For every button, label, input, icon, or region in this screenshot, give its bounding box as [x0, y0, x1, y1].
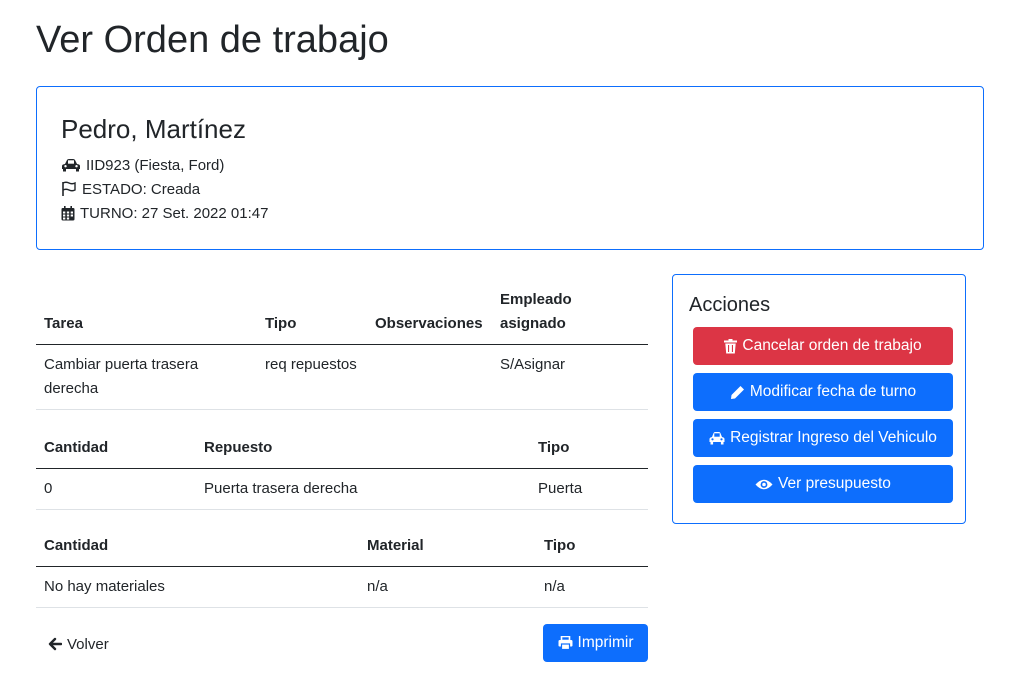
- flag-icon: [62, 181, 76, 196]
- column-header-cantidad: Cantidad: [36, 428, 196, 469]
- task-observations-cell: [367, 344, 492, 410]
- column-header-tipo: Tipo: [257, 280, 367, 345]
- page-title: Ver Orden de trabajo: [36, 19, 389, 61]
- pencil-icon: [730, 385, 744, 399]
- task-type-cell: req repuestos: [257, 344, 367, 410]
- column-header-observaciones: Observaciones: [367, 280, 492, 345]
- modify-date-button[interactable]: Modificar fecha de turno: [693, 373, 953, 411]
- register-entry-label: Registrar Ingreso del Vehiculo: [730, 429, 937, 446]
- eye-icon: [755, 479, 773, 489]
- vehicle-info: IID923 (Fiesta, Ford): [61, 154, 224, 176]
- column-header-tarea: Tarea: [36, 280, 257, 345]
- cancel-order-label: Cancelar orden de trabajo: [742, 337, 922, 354]
- turn-text: TURNO: 27 Set. 2022 01:47: [80, 204, 269, 222]
- parts-table: Cantidad Repuesto Tipo 0 Puerta trasera …: [36, 428, 648, 510]
- column-header-empleado: Empleado asignado: [492, 280, 648, 345]
- column-header-tipo: Tipo: [536, 526, 648, 567]
- status-text: ESTADO: Creada: [82, 180, 201, 198]
- back-label: Volver: [67, 635, 109, 653]
- part-quantity-cell: 0: [36, 468, 196, 510]
- parts-table-header: Cantidad Repuesto Tipo: [36, 428, 648, 469]
- material-quantity-cell: No hay materiales: [36, 566, 359, 608]
- material-name-cell: n/a: [359, 566, 536, 608]
- part-name-cell: Puerta trasera derecha: [196, 468, 530, 510]
- actions-title: Acciones: [689, 294, 771, 316]
- status-info: ESTADO: Creada: [61, 178, 200, 200]
- task-cell: Cambiar puerta trasera derecha: [36, 344, 257, 410]
- table-row: No hay materiales n/a n/a: [36, 566, 648, 608]
- arrow-left-icon: [48, 637, 62, 651]
- print-label: Imprimir: [577, 634, 634, 651]
- task-employee-cell: S/Asignar: [492, 344, 648, 410]
- column-header-cantidad: Cantidad: [36, 526, 359, 567]
- printer-icon: [558, 636, 573, 650]
- column-header-tipo: Tipo: [530, 428, 648, 469]
- car-icon: [62, 159, 80, 172]
- actions-card: Acciones Cancelar orden de trabajo Modif…: [672, 274, 966, 524]
- material-type-cell: n/a: [536, 566, 648, 608]
- car-icon: [709, 432, 725, 445]
- materials-table: Cantidad Material Tipo No hay materiales…: [36, 526, 648, 608]
- part-type-cell: Puerta: [530, 468, 648, 510]
- column-header-repuesto: Repuesto: [196, 428, 530, 469]
- client-card: Pedro, Martínez IID923 (Fiesta, Ford) ES…: [36, 86, 984, 250]
- vehicle-text: IID923 (Fiesta, Ford): [86, 156, 225, 174]
- register-entry-button[interactable]: Registrar Ingreso del Vehiculo: [693, 419, 953, 457]
- cancel-order-button[interactable]: Cancelar orden de trabajo: [693, 327, 953, 365]
- client-name: Pedro, Martínez: [61, 114, 246, 144]
- column-header-material: Material: [359, 526, 536, 567]
- tasks-table: Tarea Tipo Observaciones Empleado asigna…: [36, 280, 648, 410]
- calendar-icon: [61, 205, 75, 220]
- view-budget-label: Ver presupuesto: [778, 475, 891, 492]
- turn-info: TURNO: 27 Set. 2022 01:47: [61, 202, 268, 224]
- print-button[interactable]: Imprimir: [543, 624, 648, 662]
- materials-table-header: Cantidad Material Tipo: [36, 526, 648, 567]
- view-budget-button[interactable]: Ver presupuesto: [693, 465, 953, 503]
- back-link[interactable]: Volver: [48, 632, 109, 656]
- table-row: Cambiar puerta trasera derecha req repue…: [36, 344, 648, 410]
- modify-date-label: Modificar fecha de turno: [749, 383, 917, 400]
- tasks-table-header: Tarea Tipo Observaciones Empleado asigna…: [36, 280, 648, 345]
- table-row: 0 Puerta trasera derecha Puerta: [36, 468, 648, 510]
- trash-icon: [724, 338, 738, 353]
